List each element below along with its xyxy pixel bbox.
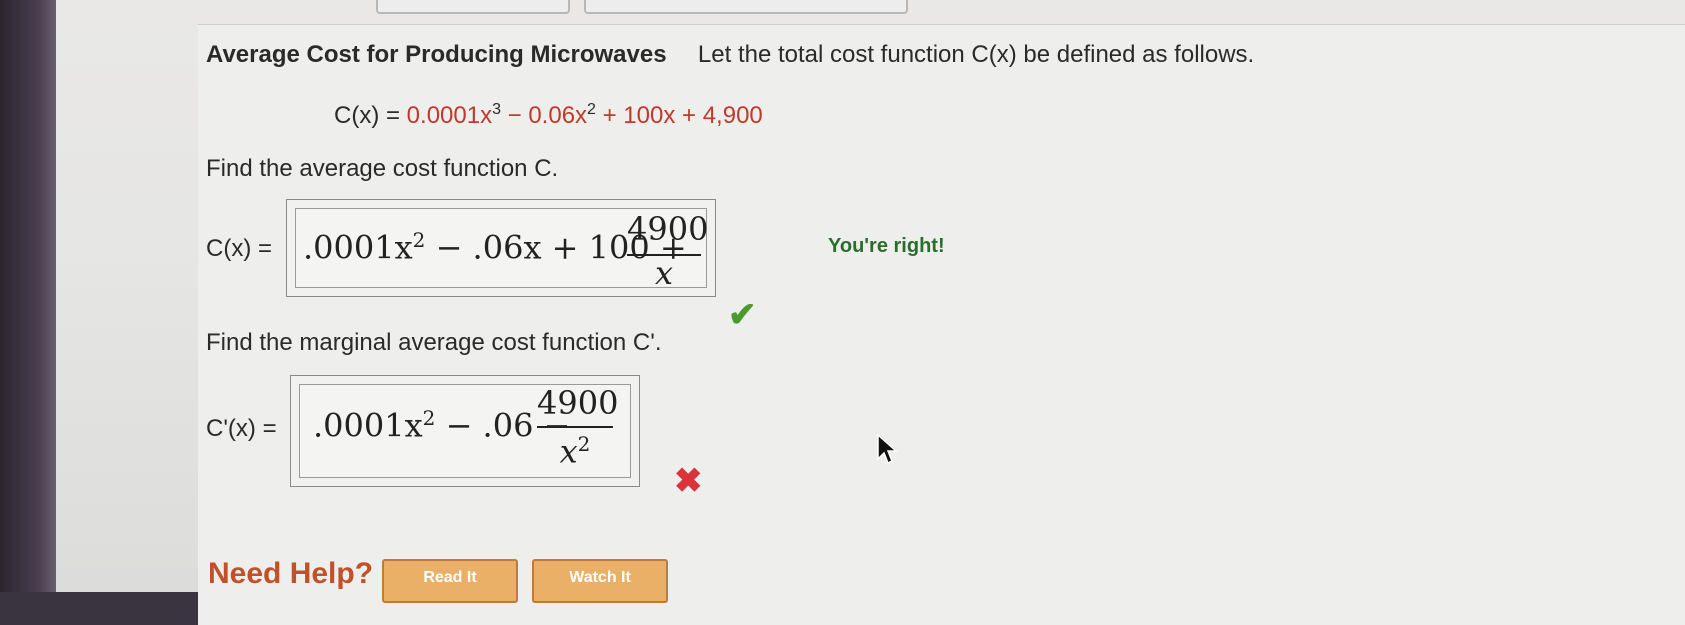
cost-exp-2: 2 [587, 101, 596, 118]
part1-answer-box[interactable]: .0001x2 − .06x + 100 + 4900 x [286, 199, 716, 297]
need-help-label: Need Help? [208, 557, 374, 590]
top-tab-right[interactable] [584, 0, 908, 14]
part1-answer-main: .0001x [303, 228, 413, 267]
part2-frac-den: x2 [537, 432, 613, 471]
read-it-button[interactable]: Read It [382, 559, 518, 603]
part2-frac-den-base: x [559, 432, 578, 471]
top-tab-left[interactable] [376, 0, 570, 14]
part2-prompt: Find the marginal average cost function … [206, 329, 662, 356]
part2-answer-expr: .0001x2 − .06 − [313, 406, 570, 445]
problem-title: Average Cost for Producing Microwaves [206, 41, 667, 68]
cost-term-quadratic: − 0.06x [500, 102, 588, 129]
part2-answer-main: .0001x [313, 406, 423, 445]
feedback-correct: You're right! [828, 235, 945, 257]
screen: Average Cost for Producing Microwaves Le… [56, 0, 1685, 625]
cost-exp-3: 3 [492, 101, 501, 118]
part2-answer-box[interactable]: .0001x2 − .06 − 4900 x2 [290, 375, 640, 487]
mouse-cursor-icon [877, 433, 898, 465]
monitor-bezel [0, 0, 56, 592]
cost-lhs: C(x) = [334, 102, 407, 129]
cost-function: C(x) = 0.0001x3 − 0.06x2 + 100x + 4,900 [334, 101, 763, 130]
cost-term-linear-const: + 100x + 4,900 [595, 102, 763, 129]
title-row: Average Cost for Producing Microwaves Le… [206, 41, 1254, 69]
question-card: Average Cost for Producing Microwaves Le… [198, 24, 1685, 625]
part2-lhs: C'(x) = [206, 415, 277, 442]
read-it-label: Read It [423, 569, 477, 586]
part2-frac-num: 4900 [537, 384, 619, 422]
problem-intro: Let the total cost function C(x) be defi… [697, 41, 1255, 68]
part1-frac-num: 4900 [627, 210, 709, 248]
part1-prompt: Find the average cost function C. [206, 155, 559, 182]
part1-lhs: C(x) = [206, 235, 272, 262]
watch-it-button[interactable]: Watch It [532, 559, 668, 603]
part2-frac-den-exp: 2 [577, 432, 591, 456]
part1-frac-den: x [654, 254, 674, 292]
part2-frac-bar [537, 426, 613, 428]
part2-answer-exp: 2 [422, 406, 436, 430]
cross-icon: ✖ [674, 462, 703, 500]
watch-it-label: Watch It [569, 569, 631, 586]
check-icon: ✔ [728, 296, 757, 334]
cost-term-cubic: 0.0001x [406, 102, 493, 129]
part1-answer-exp: 2 [412, 228, 426, 252]
